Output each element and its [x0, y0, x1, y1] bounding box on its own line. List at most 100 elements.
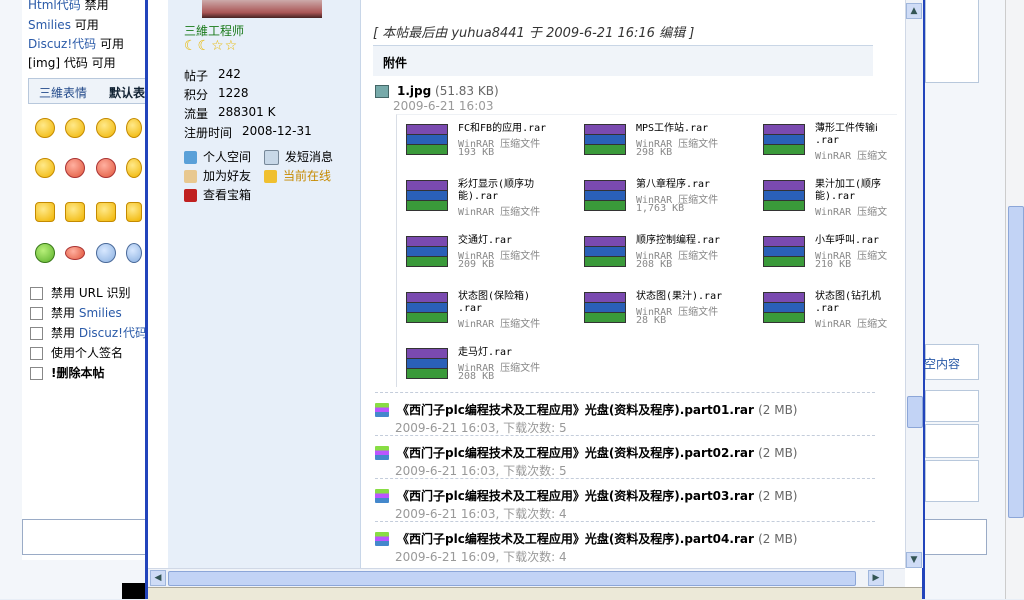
- rar-file-item[interactable]: MPS工作站.rar WinRAR 压缩文件 298 KB: [580, 115, 755, 171]
- rar-file-size: 1,763 KB: [636, 203, 685, 214]
- scroll-right-button[interactable]: ▶: [868, 570, 884, 586]
- rar-file-item[interactable]: 顺序控制编程.rar WinRAR 压缩文件 208 KB: [580, 227, 755, 283]
- rar-file-size: 208 KB: [636, 259, 673, 270]
- scroll-down-button[interactable]: ▼: [906, 552, 922, 568]
- rar-file-item[interactable]: 状态图(保险箱) .rar WinRAR 压缩文件: [402, 283, 577, 339]
- rar-file-name: 走马灯.rar: [458, 347, 513, 358]
- online-icon: [264, 170, 277, 183]
- winrar-icon: [406, 122, 448, 156]
- html-code-status: Html代码 禁用: [28, 0, 109, 12]
- page-content: 三維工程师 ☾☾☆☆ 帖子 242 积分 1228 流量 288301 K 注册时间 2…: [148, 0, 905, 568]
- image-attachment-date: 2009-6-21 16:03: [393, 99, 494, 113]
- vertical-scrollbar[interactable]: ▲ ▼: [905, 0, 923, 568]
- discuz-code-status: Discuz!代码 可用: [28, 37, 124, 51]
- hand-icon[interactable]: [96, 202, 116, 222]
- right-panel-box: [925, 460, 979, 502]
- image-attachment[interactable]: 1.jpg (51.83 KB): [375, 84, 499, 98]
- winrar-icon: [584, 122, 626, 156]
- avatar[interactable]: [202, 0, 322, 18]
- stat-traffic: 流量 288301 K: [184, 105, 276, 121]
- rar-file-type: WinRAR 压缩文件: [458, 319, 541, 330]
- phone-icon[interactable]: [126, 243, 142, 263]
- hand-icon[interactable]: [65, 202, 85, 222]
- hand-icon[interactable]: [126, 202, 142, 222]
- rar-icon: [375, 403, 389, 417]
- rar-file-item[interactable]: 小车呼叫.rar WinRAR 压缩文 210 KB: [759, 227, 905, 283]
- rar-file-size: 193 KB: [458, 147, 495, 158]
- rar-file-item[interactable]: FC和FB的应用.rar WinRAR 压缩文件 193 KB: [402, 115, 577, 171]
- horizontal-scrollbar[interactable]: ◀ ▶: [148, 568, 905, 587]
- rar-file-item[interactable]: 状态图(果汁).rar WinRAR 压缩文件 28 KB: [580, 283, 755, 339]
- clock-icon[interactable]: [96, 243, 116, 263]
- right-panel-box: [925, 0, 979, 83]
- edit-note: [ 本帖最后由 yuhua8441 于 2009-6-21 16:16 编辑 ]: [373, 26, 695, 41]
- page-scrollbar[interactable]: [1005, 0, 1024, 599]
- smiley-icon[interactable]: [126, 118, 142, 138]
- winrar-icon: [584, 234, 626, 268]
- rar-file-item[interactable]: 状态图(钻孔机 .rar WinRAR 压缩文: [759, 283, 905, 339]
- part-attachment[interactable]: 《西门子plc编程技术及工程应用》光盘(资料及程序).part03.rar (2…: [375, 478, 875, 521]
- add-friend-link[interactable]: 加为好友: [184, 167, 251, 184]
- rar-file-item[interactable]: 走马灯.rar WinRAR 压缩文件 208 KB: [402, 339, 577, 395]
- personal-space-link[interactable]: 个人空间: [184, 148, 251, 165]
- winrar-icon: [406, 290, 448, 324]
- rar-file-name: 小车呼叫.rar: [815, 235, 880, 246]
- figure-icon[interactable]: [35, 243, 55, 263]
- page-scrollbar-thumb[interactable]: [1008, 206, 1024, 518]
- rar-file-name: MPS工作站.rar: [636, 123, 709, 134]
- tab-default-smilies[interactable]: 默认表: [109, 84, 145, 101]
- author-title: 三維工程师: [184, 24, 245, 38]
- rar-file-name: 状态图(钻孔机 .rar: [815, 291, 882, 314]
- rar-file-item[interactable]: 第八章程序.rar WinRAR 压缩文件 1,763 KB: [580, 171, 755, 227]
- img-code-status: [img] 代码 可用: [28, 56, 116, 70]
- tab-3d-smilies[interactable]: 三維表情: [39, 84, 87, 101]
- vertical-scroll-thumb[interactable]: [907, 396, 923, 428]
- treasure-box-link[interactable]: 查看宝箱: [184, 186, 251, 203]
- smiley-icon[interactable]: [126, 158, 142, 178]
- smiley-icon[interactable]: [65, 118, 85, 138]
- winrar-icon: [763, 234, 805, 268]
- right-panel-box: [925, 424, 979, 458]
- rar-file-item[interactable]: 果汁加工(顺序 能).rar WinRAR 压缩文: [759, 171, 905, 227]
- option-disable-discuz[interactable]: 禁用 Discuz!代码: [30, 324, 147, 341]
- option-disable-smilies[interactable]: 禁用 Smilies: [30, 304, 122, 321]
- rar-file-size: 209 KB: [458, 259, 495, 270]
- hand-icon[interactable]: [35, 202, 55, 222]
- scroll-up-button[interactable]: ▲: [906, 3, 922, 19]
- option-disable-url[interactable]: 禁用 URL 识别: [30, 284, 130, 301]
- rar-file-size: 210 KB: [815, 259, 852, 270]
- rar-icon: [375, 446, 389, 460]
- smiley-icon[interactable]: [35, 158, 55, 178]
- rar-file-name: 状态图(果汁).rar: [636, 291, 723, 302]
- rar-file-item[interactable]: 彩灯显示(顺序功 能).rar WinRAR 压缩文件: [402, 171, 577, 227]
- rank-stars: ☾☾☆☆: [184, 38, 239, 54]
- scroll-left-button[interactable]: ◀: [150, 570, 166, 586]
- online-status: 当前在线: [264, 167, 331, 184]
- rar-file-name: 交通灯.rar: [458, 235, 513, 246]
- smiley-icon[interactable]: [96, 158, 116, 178]
- smiley-icon[interactable]: [65, 158, 85, 178]
- option-use-signature[interactable]: 使用个人签名: [30, 344, 123, 361]
- lips-icon[interactable]: [65, 246, 85, 260]
- part-attachment[interactable]: 《西门子plc编程技术及工程应用》光盘(资料及程序).part02.rar (2…: [375, 435, 875, 478]
- envelope-icon: [264, 150, 279, 165]
- rar-file-item[interactable]: 薄形工件传输ⅰ .rar WinRAR 压缩文: [759, 115, 905, 171]
- image-file-icon: [375, 85, 389, 98]
- attachment-preview: FC和FB的应用.rar WinRAR 压缩文件 193 KB MPS工作站.rar W…: [396, 114, 897, 387]
- option-delete-post[interactable]: !删除本帖: [30, 364, 104, 381]
- part-attachment[interactable]: 《西门子plc编程技术及工程应用》光盘(资料及程序).part01.rar (2…: [375, 392, 875, 435]
- horizontal-scroll-thumb[interactable]: [168, 571, 856, 586]
- winrar-icon: [406, 346, 448, 380]
- rar-file-size: 298 KB: [636, 147, 673, 158]
- rar-file-item[interactable]: 交通灯.rar WinRAR 压缩文件 209 KB: [402, 227, 577, 283]
- send-message-link[interactable]: 发短消息: [264, 148, 333, 165]
- winrar-icon: [763, 122, 805, 156]
- smiley-icon[interactable]: [35, 118, 55, 138]
- smiley-icon[interactable]: [96, 118, 116, 138]
- winrar-icon: [584, 178, 626, 212]
- rar-icon: [375, 532, 389, 546]
- winrar-icon: [584, 290, 626, 324]
- stat-registered: 注册时间 2008-12-31: [184, 124, 312, 140]
- status-bar: [148, 587, 922, 600]
- part-attachment[interactable]: 《西门子plc编程技术及工程应用》光盘(资料及程序).part04.rar (2…: [375, 521, 875, 564]
